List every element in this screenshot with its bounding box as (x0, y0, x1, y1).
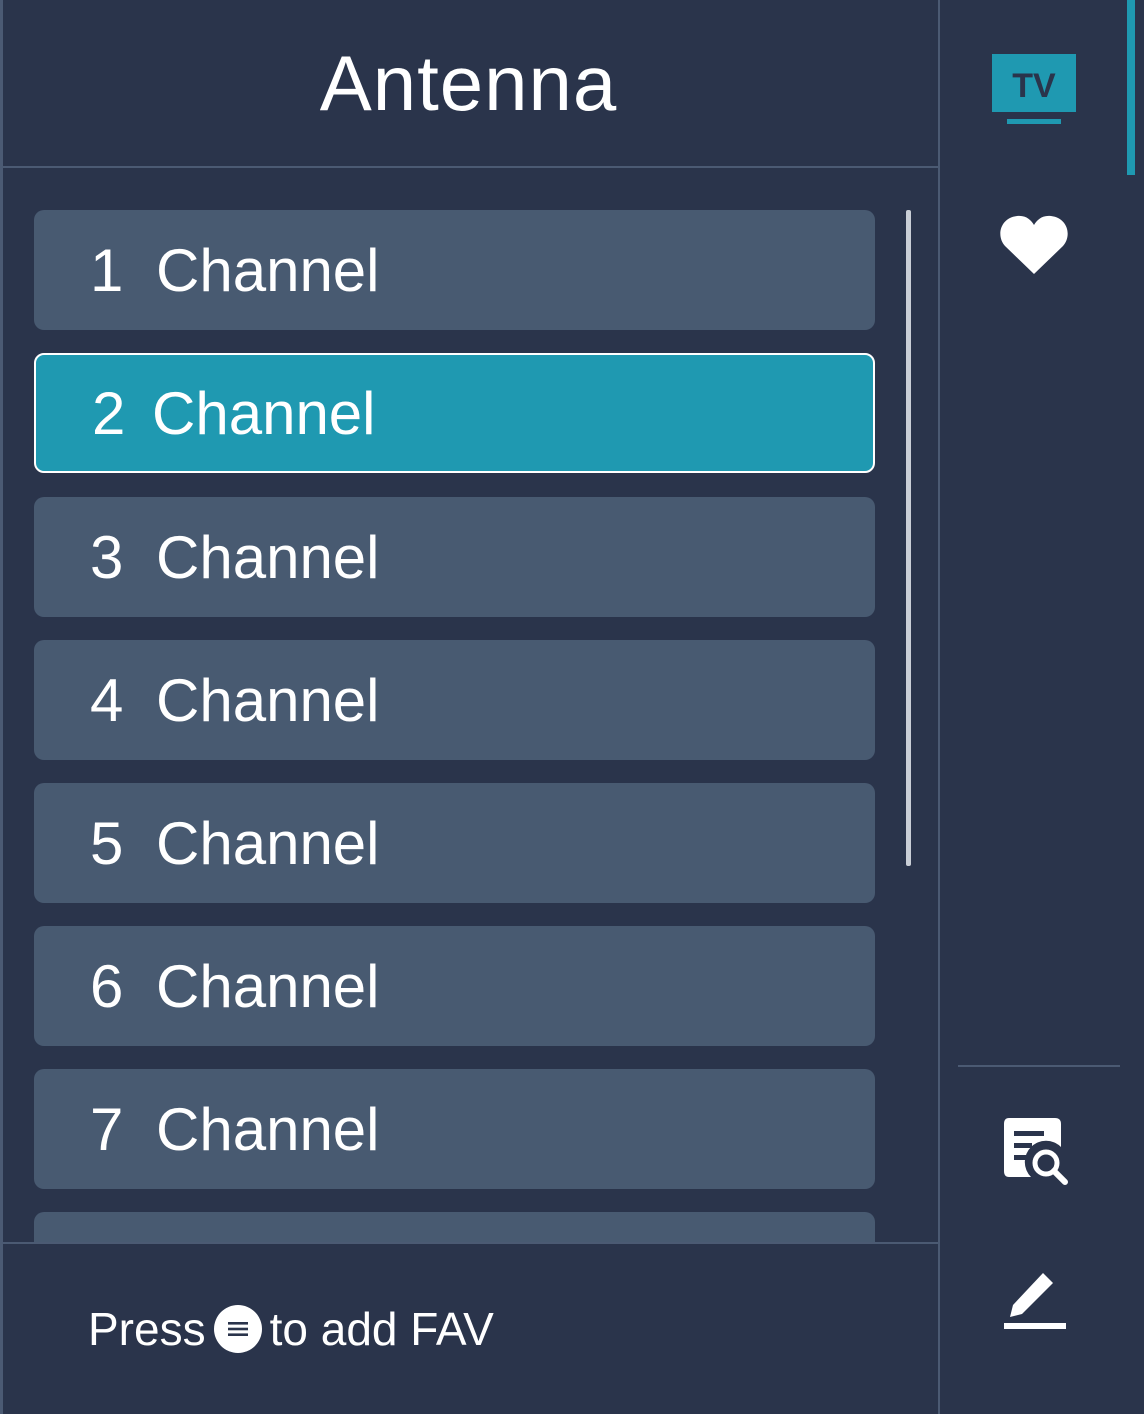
edit-icon[interactable] (998, 1268, 1072, 1334)
channel-item-partial[interactable] (34, 1212, 875, 1242)
channel-label: Channel (156, 1095, 380, 1163)
channel-number: 6 (90, 952, 124, 1020)
channel-item[interactable]: 7 Channel (34, 1069, 875, 1189)
tv-icon[interactable]: TV (991, 52, 1077, 128)
hint-action-text: to add FAV (269, 1303, 494, 1355)
channel-number: 4 (90, 666, 124, 734)
channel-label: Channel (156, 523, 380, 591)
channel-label: Channel (156, 809, 380, 877)
channel-item[interactable]: 1 Channel (34, 210, 875, 330)
channel-label: Channel (152, 379, 376, 447)
search-list-icon[interactable] (998, 1112, 1072, 1188)
header: Antenna (3, 0, 938, 168)
channel-item[interactable]: 5 Channel (34, 783, 875, 903)
footer-hint: Press to add FAV (3, 1242, 938, 1414)
channel-item[interactable]: 4 Channel (34, 640, 875, 760)
channel-number: 2 (92, 379, 126, 447)
channel-number: 7 (90, 1095, 124, 1163)
channel-label: Channel (156, 666, 380, 734)
channel-number: 5 (90, 809, 124, 877)
channel-label: Channel (156, 952, 380, 1020)
page-title: Antenna (319, 38, 618, 127)
rail-scroll-indicator (1127, 0, 1135, 175)
channel-number: 3 (90, 523, 124, 591)
channel-item[interactable]: 6 Channel (34, 926, 875, 1046)
channel-number: 1 (90, 236, 124, 304)
heart-icon[interactable] (997, 212, 1071, 278)
channel-list: 1 Channel 2 Channel 3 Channel 4 Channel … (3, 168, 938, 1242)
channel-list-panel: Antenna 1 Channel 2 Channel 3 Channel 4 … (0, 0, 940, 1414)
channel-item-selected[interactable]: 2 Channel (34, 353, 875, 473)
menu-icon (213, 1305, 262, 1353)
rail-divider (958, 1065, 1120, 1067)
channel-item[interactable]: 3 Channel (34, 497, 875, 617)
tv-icon-text: TV (1012, 67, 1056, 105)
hint-press-text: Press (88, 1303, 206, 1355)
side-rail: TV (940, 0, 1144, 1414)
channel-label: Channel (156, 236, 380, 304)
list-scrollbar[interactable] (906, 210, 911, 866)
